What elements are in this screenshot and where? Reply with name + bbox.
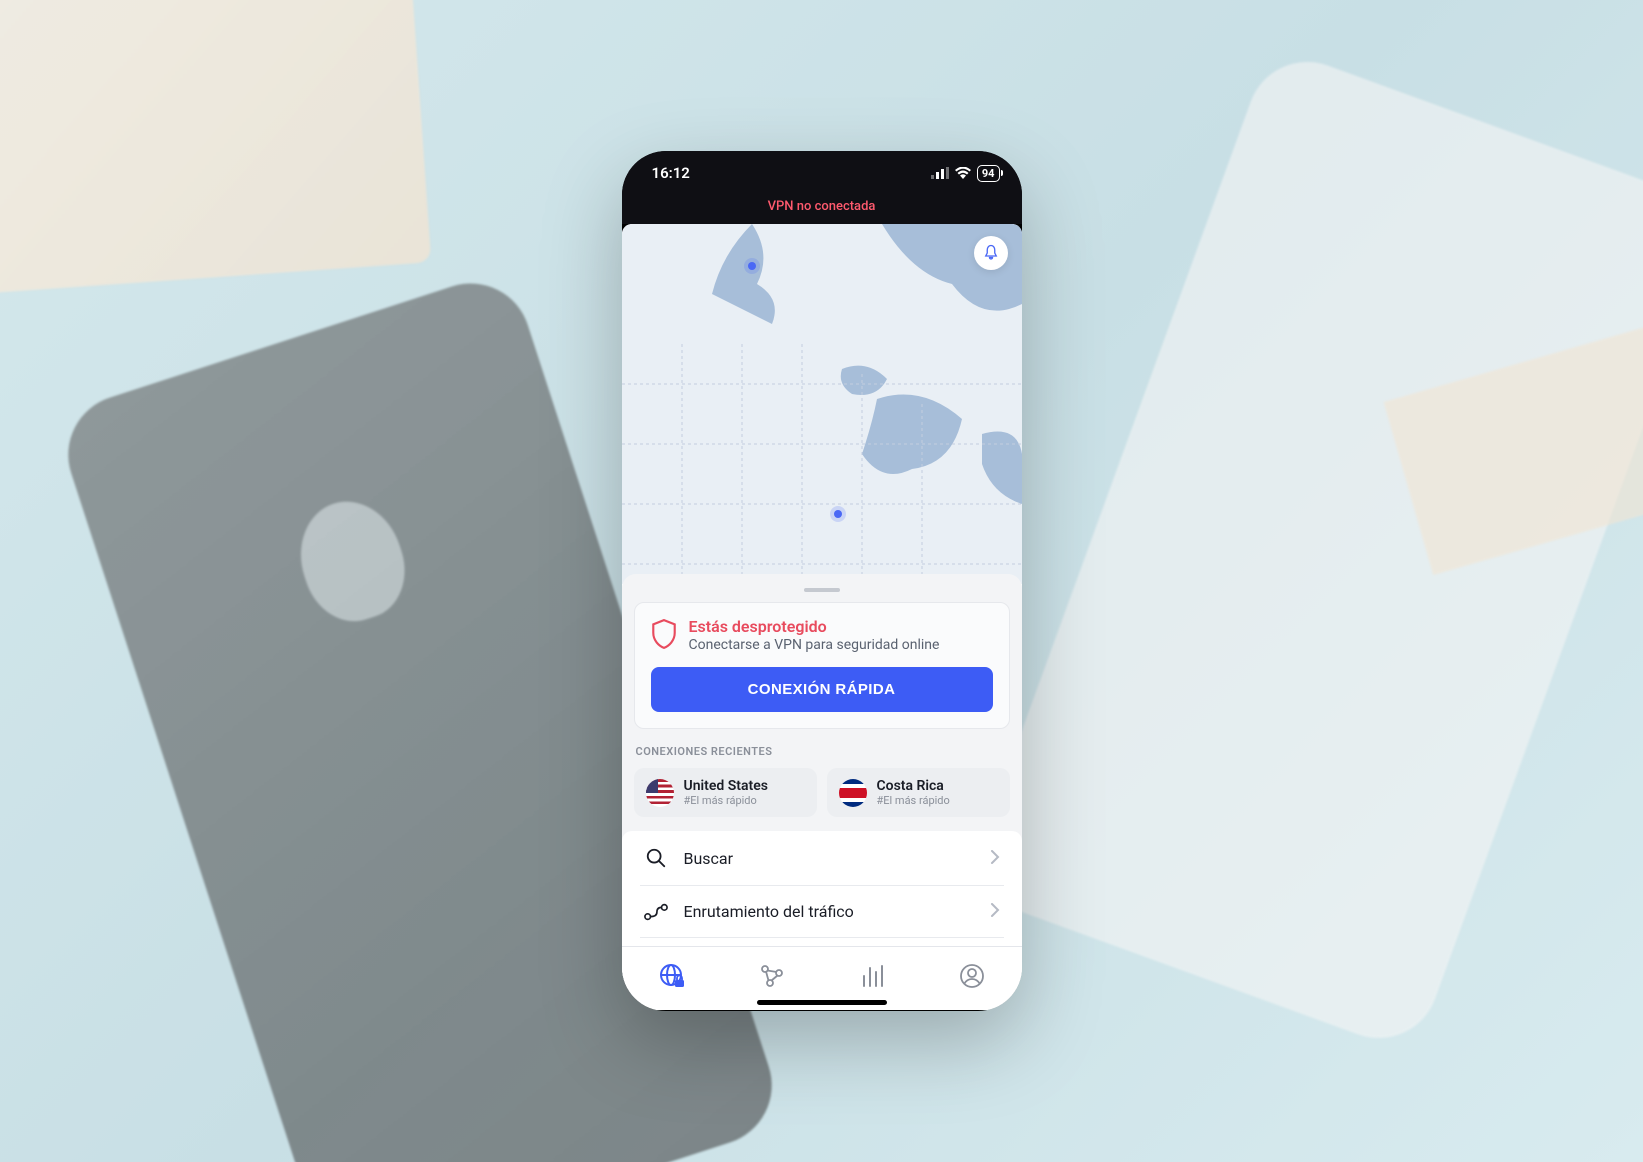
- home-indicator[interactable]: [757, 1000, 887, 1005]
- tab-profile[interactable]: [950, 954, 994, 998]
- recent-connections-label: CONEXIONES RECIENTES: [636, 745, 1008, 758]
- app-body: Estás desprotegido Conectarse a VPN para…: [622, 224, 1022, 1010]
- quick-connect-button[interactable]: CONEXIÓN RÁPIDA: [651, 667, 993, 712]
- globe-lock-icon: [658, 962, 686, 990]
- menu-item-search[interactable]: Buscar: [640, 831, 1004, 886]
- bell-icon: [982, 244, 1000, 262]
- tab-stats[interactable]: [850, 954, 894, 998]
- recent-name: Costa Rica: [877, 778, 950, 794]
- flag-cr-icon: [839, 779, 867, 807]
- chevron-right-icon: [990, 849, 1000, 868]
- map-location-dot[interactable]: [834, 510, 842, 518]
- bottom-sheet: Estás desprotegido Conectarse a VPN para…: [622, 574, 1022, 1010]
- cellular-icon: [931, 167, 949, 179]
- notifications-button[interactable]: [974, 236, 1008, 270]
- stats-icon: [860, 964, 884, 988]
- route-icon: [644, 903, 668, 921]
- drag-handle[interactable]: [804, 588, 840, 592]
- flag-us-icon: [646, 779, 674, 807]
- profile-icon: [959, 963, 985, 989]
- battery-level: 94: [982, 167, 995, 180]
- status-indicators: 94: [931, 165, 1000, 182]
- protection-subtitle: Conectarse a VPN para seguridad online: [689, 637, 940, 653]
- menu-item-routing[interactable]: Enrutamiento del tráfico: [640, 886, 1004, 938]
- recent-connections-row: United States #El más rápido Costa Rica …: [634, 768, 1010, 817]
- menu-label: Enrutamiento del tráfico: [684, 902, 974, 921]
- vpn-status-text: VPN no conectada: [768, 199, 876, 214]
- protection-title: Estás desprotegido: [689, 617, 940, 636]
- recent-tag: #El más rápido: [877, 794, 950, 807]
- wifi-icon: [955, 167, 971, 179]
- phone-frame: 16:12 94 VPN no conectada: [622, 151, 1022, 1011]
- shield-icon: [651, 619, 677, 653]
- status-time: 16:12: [652, 164, 690, 182]
- status-bar: 16:12 94: [622, 151, 1022, 195]
- protection-card: Estás desprotegido Conectarse a VPN para…: [634, 602, 1010, 729]
- map-location-dot[interactable]: [748, 262, 756, 270]
- nodes-icon: [759, 963, 785, 989]
- map-svg: [622, 224, 1022, 584]
- search-icon: [644, 847, 668, 869]
- recent-tag: #El más rápido: [684, 794, 768, 807]
- vpn-status-banner: VPN no conectada: [622, 195, 1022, 224]
- menu-label: Buscar: [684, 849, 974, 868]
- battery-indicator: 94: [977, 165, 1000, 182]
- tab-home[interactable]: [650, 954, 694, 998]
- recent-connection-cr[interactable]: Costa Rica #El más rápido: [827, 768, 1010, 817]
- tab-meshnet[interactable]: [750, 954, 794, 998]
- recent-name: United States: [684, 778, 768, 794]
- chevron-right-icon: [990, 902, 1000, 921]
- map-view[interactable]: [622, 224, 1022, 584]
- recent-connection-us[interactable]: United States #El más rápido: [634, 768, 817, 817]
